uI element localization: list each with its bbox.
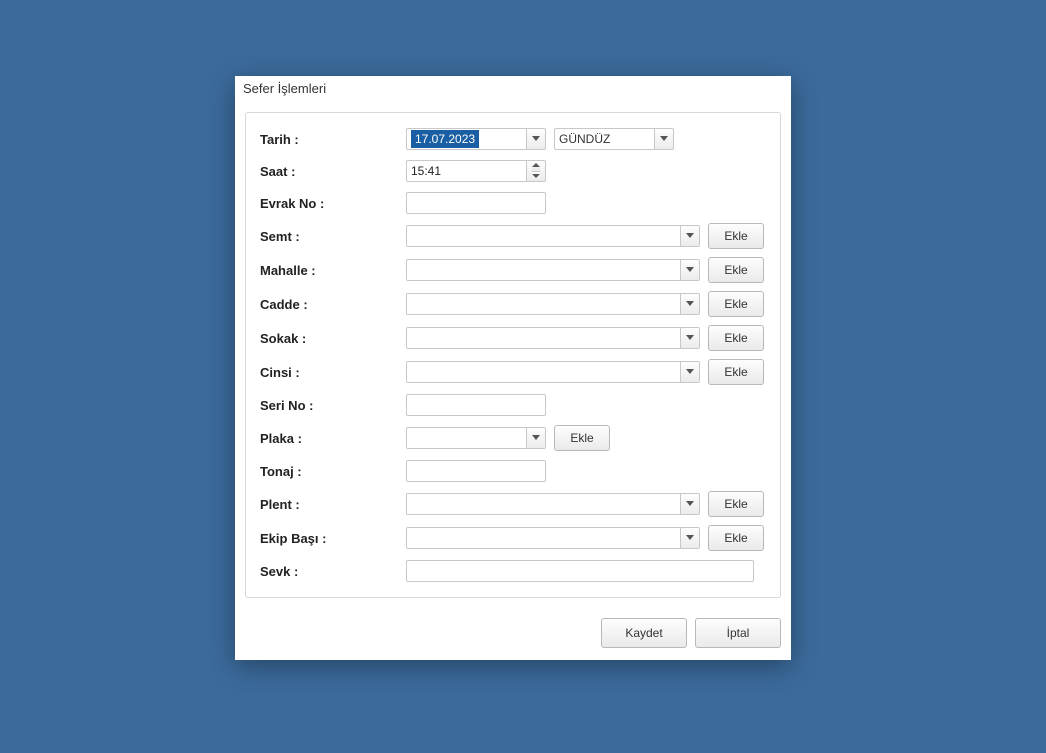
row-cadde: Cadde : Ekle — [260, 291, 766, 317]
row-evrakno: Evrak No : — [260, 191, 766, 215]
label-plaka: Plaka : — [260, 431, 406, 446]
row-sokak: Sokak : Ekle — [260, 325, 766, 351]
label-sokak: Sokak : — [260, 331, 406, 346]
row-tonaj: Tonaj : — [260, 459, 766, 483]
form-groupbox: Tarih : 17.07.2023 GÜNDÜZ Saat : — [245, 112, 781, 598]
chevron-down-icon[interactable] — [680, 528, 699, 548]
plaka-ekle-button[interactable]: Ekle — [554, 425, 610, 451]
semt-ekle-button[interactable]: Ekle — [708, 223, 764, 249]
chevron-down-icon[interactable] — [680, 362, 699, 382]
chevron-down-icon[interactable] — [526, 428, 545, 448]
vardiya-combo[interactable]: GÜNDÜZ — [554, 128, 674, 150]
row-saat: Saat : 15:41 — [260, 159, 766, 183]
label-ekipbasi: Ekip Başı : — [260, 531, 406, 546]
spinner-buttons[interactable] — [526, 161, 545, 181]
serino-input[interactable] — [406, 394, 546, 416]
saat-value: 15:41 — [407, 164, 526, 178]
kaydet-button[interactable]: Kaydet — [601, 618, 687, 648]
tonaj-input[interactable] — [406, 460, 546, 482]
chevron-down-icon[interactable] — [532, 172, 540, 182]
dialog-title: Sefer İşlemleri — [235, 76, 791, 102]
semt-combo[interactable] — [406, 225, 700, 247]
row-plent: Plent : Ekle — [260, 491, 766, 517]
label-cadde: Cadde : — [260, 297, 406, 312]
chevron-down-icon[interactable] — [680, 294, 699, 314]
chevron-down-icon[interactable] — [680, 328, 699, 348]
label-tarih: Tarih : — [260, 132, 406, 147]
chevron-down-icon[interactable] — [680, 260, 699, 280]
ekipbasi-combo[interactable] — [406, 527, 700, 549]
saat-spinner[interactable]: 15:41 — [406, 160, 546, 182]
label-cinsi: Cinsi : — [260, 365, 406, 380]
cadde-combo[interactable] — [406, 293, 700, 315]
chevron-down-icon[interactable] — [680, 226, 699, 246]
cadde-ekle-button[interactable]: Ekle — [708, 291, 764, 317]
sevk-input[interactable] — [406, 560, 754, 582]
label-mahalle: Mahalle : — [260, 263, 406, 278]
row-cinsi: Cinsi : Ekle — [260, 359, 766, 385]
chevron-down-icon[interactable] — [526, 129, 545, 149]
chevron-up-icon[interactable] — [532, 161, 540, 172]
label-plent: Plent : — [260, 497, 406, 512]
chevron-down-icon[interactable] — [680, 494, 699, 514]
row-plaka: Plaka : Ekle — [260, 425, 766, 451]
dialog-content: Tarih : 17.07.2023 GÜNDÜZ Saat : — [235, 102, 791, 608]
label-semt: Semt : — [260, 229, 406, 244]
row-mahalle: Mahalle : Ekle — [260, 257, 766, 283]
label-tonaj: Tonaj : — [260, 464, 406, 479]
mahalle-ekle-button[interactable]: Ekle — [708, 257, 764, 283]
plent-combo[interactable] — [406, 493, 700, 515]
label-evrakno: Evrak No : — [260, 196, 406, 211]
chevron-down-icon[interactable] — [654, 129, 673, 149]
label-sevk: Sevk : — [260, 564, 406, 579]
row-tarih: Tarih : 17.07.2023 GÜNDÜZ — [260, 127, 766, 151]
row-serino: Seri No : — [260, 393, 766, 417]
plaka-combo[interactable] — [406, 427, 546, 449]
tarih-datepicker[interactable]: 17.07.2023 — [406, 128, 546, 150]
sokak-combo[interactable] — [406, 327, 700, 349]
mahalle-combo[interactable] — [406, 259, 700, 281]
row-sevk: Sevk : — [260, 559, 766, 583]
row-ekipbasi: Ekip Başı : Ekle — [260, 525, 766, 551]
tarih-value: 17.07.2023 — [411, 130, 479, 148]
vardiya-value: GÜNDÜZ — [555, 132, 654, 146]
evrakno-input[interactable] — [406, 192, 546, 214]
ekipbasi-ekle-button[interactable]: Ekle — [708, 525, 764, 551]
sefer-islemleri-dialog: Sefer İşlemleri Tarih : 17.07.2023 GÜNDÜ… — [235, 76, 791, 660]
label-serino: Seri No : — [260, 398, 406, 413]
sokak-ekle-button[interactable]: Ekle — [708, 325, 764, 351]
cinsi-combo[interactable] — [406, 361, 700, 383]
row-semt: Semt : Ekle — [260, 223, 766, 249]
iptal-button[interactable]: İptal — [695, 618, 781, 648]
plent-ekle-button[interactable]: Ekle — [708, 491, 764, 517]
dialog-actions: Kaydet İptal — [235, 608, 791, 660]
label-saat: Saat : — [260, 164, 406, 179]
cinsi-ekle-button[interactable]: Ekle — [708, 359, 764, 385]
